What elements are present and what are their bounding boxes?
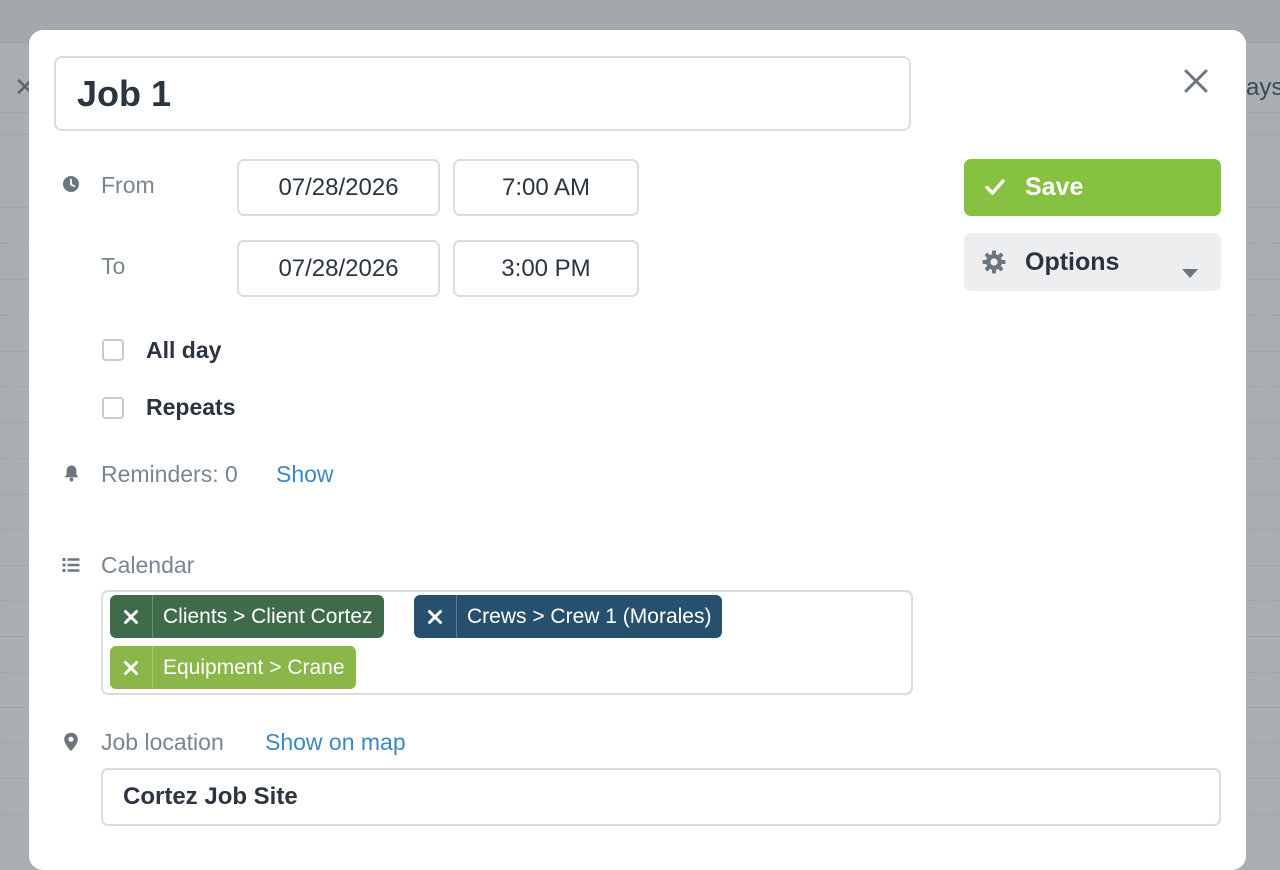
- remove-tag-close-icon[interactable]: [110, 595, 153, 638]
- save-button[interactable]: Save: [964, 159, 1221, 216]
- remove-tag-close-icon[interactable]: [414, 595, 457, 638]
- all-day-label: All day: [146, 337, 222, 363]
- calendar-tag: Equipment > Crane: [110, 646, 356, 689]
- all-day-checkbox[interactable]: [102, 339, 124, 361]
- calendar-tag-label: Clients > Client Cortez: [163, 605, 373, 628]
- repeats-checkbox[interactable]: [102, 397, 124, 419]
- to-label: To: [101, 253, 126, 279]
- to-time-input[interactable]: 3:00 PM: [453, 240, 639, 297]
- background-days-label: ays: [1246, 74, 1280, 101]
- caret-down-icon: [1181, 257, 1199, 286]
- reminders-count: Reminders: 0: [101, 461, 238, 487]
- to-date-input[interactable]: 07/28/2026: [237, 240, 440, 297]
- calendar-tag-label: Equipment > Crane: [163, 656, 345, 679]
- event-editor-dialog: Job 1 From 07/28/2026 7:00 AM To 07/28/2…: [29, 30, 1246, 870]
- calendar-tag: Crews > Crew 1 (Morales): [414, 595, 723, 638]
- save-button-label: Save: [1025, 173, 1084, 201]
- bell-icon: [63, 464, 81, 482]
- calendar-tags-input[interactable]: Clients > Client Cortez Crews > Crew 1 (…: [101, 590, 913, 695]
- from-time-input[interactable]: 7:00 AM: [453, 159, 639, 216]
- remove-tag-close-icon[interactable]: [110, 646, 153, 689]
- clock-icon: [62, 175, 80, 193]
- job-location-label: Job location: [101, 729, 224, 755]
- close-icon[interactable]: [1181, 66, 1211, 96]
- reminders-show-link[interactable]: Show: [276, 461, 334, 488]
- list-icon: [62, 557, 80, 575]
- gear-icon: [981, 249, 1007, 282]
- from-date-input[interactable]: 07/28/2026: [237, 159, 440, 216]
- options-dropdown-button[interactable]: Options: [964, 233, 1221, 291]
- calendar-tag-label: Crews > Crew 1 (Morales): [467, 605, 712, 628]
- show-on-map-link[interactable]: Show on map: [265, 729, 406, 756]
- from-label: From: [101, 172, 155, 198]
- options-button-label: Options: [1025, 248, 1120, 276]
- check-icon: [984, 176, 1006, 205]
- calendar-label: Calendar: [101, 552, 195, 578]
- map-pin-icon: [63, 732, 81, 752]
- job-title-input[interactable]: Job 1: [54, 56, 911, 131]
- repeats-label: Repeats: [146, 394, 236, 420]
- job-location-input[interactable]: Cortez Job Site: [101, 768, 1221, 826]
- calendar-tag: Clients > Client Cortez: [110, 595, 384, 638]
